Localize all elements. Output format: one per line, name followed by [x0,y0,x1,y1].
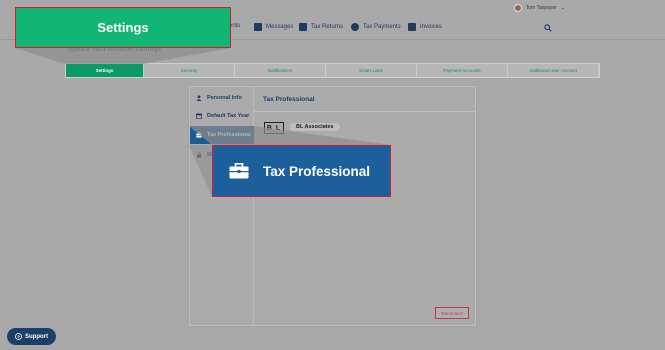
nav-item-label: Invoices [420,24,443,30]
user-menu[interactable]: Tom Taxpayer ⌄ [513,4,565,12]
invoices-icon [408,23,416,31]
tab-settings[interactable]: Settings [66,64,144,77]
tab-smart-links[interactable]: Smart Links [326,64,417,77]
support-button[interactable]: ? Support [7,328,56,345]
nav-item-messages[interactable]: Messages [254,23,293,31]
tax-professional-callout: Tax Professional [212,145,391,197]
disconnect-button[interactable]: Disconnect [435,307,469,319]
firm-name: BL Associates [290,123,340,131]
nav-item-invoices[interactable]: Invoices [408,23,442,31]
calendar-icon [196,113,202,119]
sidebar-item-personal-info[interactable]: Personal Info [190,89,254,107]
tab-notifications[interactable]: Notifications [235,64,326,77]
tax-returns-icon [299,23,307,31]
messages-icon [254,23,262,31]
callout-label: Tax Professional [263,163,371,179]
tax-payments-icon [351,23,359,31]
avatar [513,4,522,12]
sidebar-item-label: Personal Info [207,95,242,101]
chevron-down-icon: ⌄ [560,5,565,11]
nav-item-label: Tax Returns [311,24,344,30]
nav-item-tax-returns[interactable]: Tax Returns [299,23,343,31]
sidebar-item-default-tax-year[interactable]: Default Tax Year [190,107,254,125]
person-icon [196,95,202,101]
firm-logo: B L [264,122,284,134]
settings-tabs: Settings Security Notifications Smart Li… [65,63,600,78]
sidebar-item-tax-professional[interactable]: Tax Professional [190,126,254,144]
nav-item-label: Messages [266,24,294,30]
settings-card: Personal Info Default Tax Year Tax Profe… [189,86,476,326]
svg-text:?: ? [17,334,20,340]
sidebar-item-label: Tax Professional [207,132,251,138]
settings-callout: Settings [15,7,231,48]
tab-payment-accounts[interactable]: Payment Accounts [417,64,508,77]
sidebar-item-label: Default Tax Year [207,113,250,119]
lock-icon [196,152,202,158]
user-name: Tom Taxpayer [525,5,557,11]
tab-security[interactable]: Security [144,64,235,77]
help-icon: ? [15,333,22,340]
settings-sidebar: Personal Info Default Tax Year Tax Profe… [190,87,254,325]
search-icon[interactable] [544,24,552,32]
content-title: Tax Professional [263,96,315,103]
support-label: Support [25,333,48,340]
briefcase-icon [229,163,249,179]
nav-item-tax-payments[interactable]: Tax Payments [351,23,401,31]
nav-item-label: Tax Payments [363,24,401,30]
divider [254,111,476,112]
tab-additional-user-account[interactable]: Additional User Account [508,64,599,77]
briefcase-icon [196,132,202,138]
